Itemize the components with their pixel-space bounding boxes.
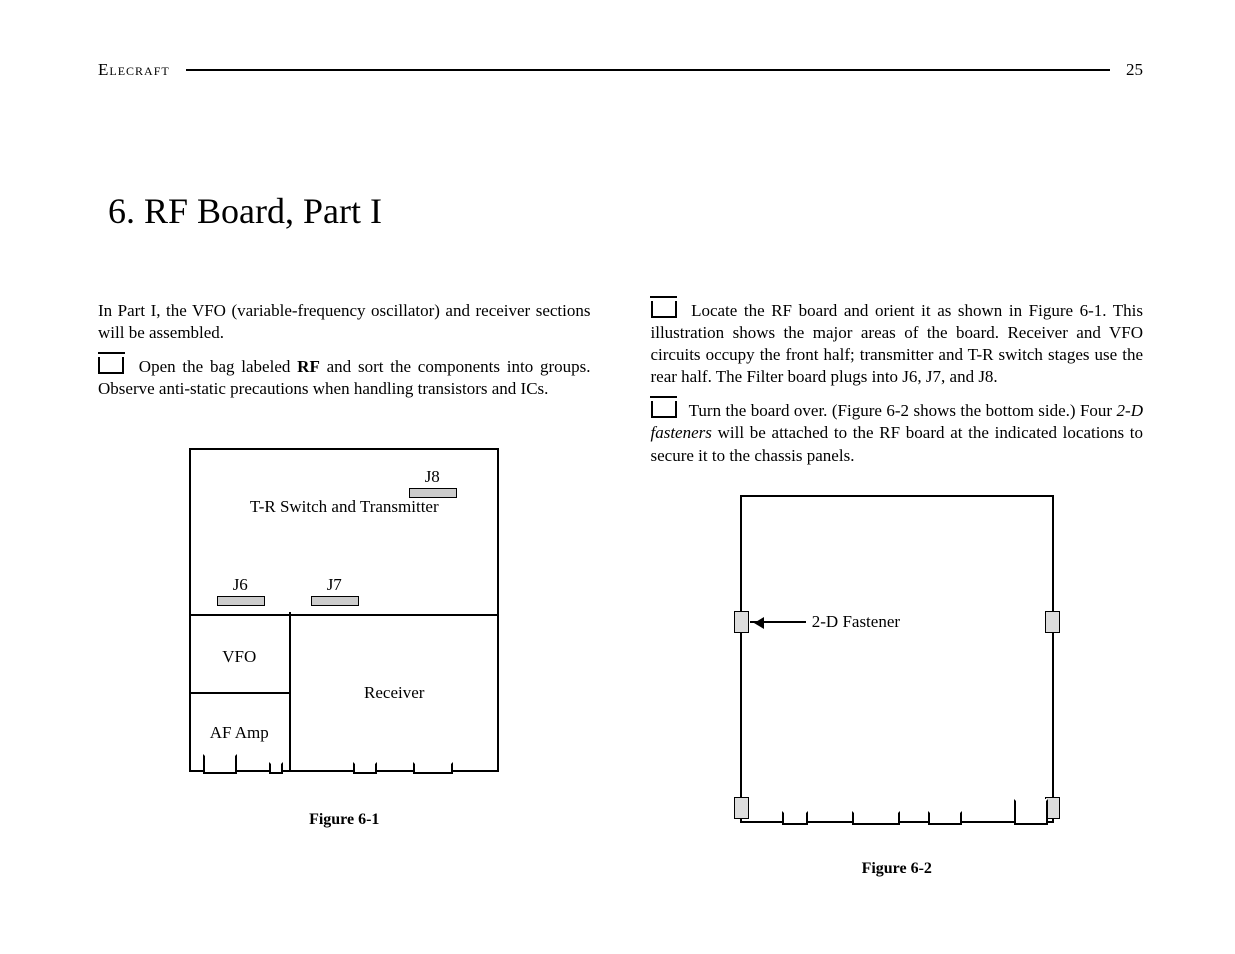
fig2-notch bbox=[928, 811, 962, 825]
figure-6-2-caption: Figure 6-2 bbox=[651, 859, 1144, 880]
label-j6: J6 bbox=[217, 574, 263, 595]
header-rule bbox=[186, 69, 1110, 71]
label-tr-switch: T-R Switch and Transmitter bbox=[249, 496, 439, 517]
checkbox-icon bbox=[651, 301, 677, 318]
figure-6-1: T-R Switch and Transmitter VFO AF Amp Re… bbox=[98, 448, 591, 831]
connector-j7 bbox=[311, 596, 359, 606]
fig2-notch bbox=[1014, 799, 1048, 825]
connector-j6 bbox=[217, 596, 265, 606]
checkbox-icon bbox=[98, 357, 124, 374]
fig2-board-outline bbox=[740, 495, 1054, 823]
fastener-icon bbox=[734, 797, 749, 819]
fig2-notch bbox=[852, 811, 900, 825]
step-locate-board: Locate the RF board and orient it as sho… bbox=[651, 300, 1144, 388]
fig1-notch bbox=[413, 762, 453, 774]
step1-bold: RF bbox=[297, 357, 320, 376]
step-turn-board: Turn the board over. (Figure 6-2 shows t… bbox=[651, 400, 1144, 466]
step3-text-b: will be attached to the RF board at the … bbox=[651, 423, 1144, 464]
page-number: 25 bbox=[1126, 60, 1143, 80]
label-j7: J7 bbox=[311, 574, 357, 595]
brand-name: Elecraft bbox=[98, 60, 170, 80]
step1-text-a: Open the bag labeled bbox=[139, 357, 297, 376]
step-open-bag: Open the bag labeled RF and sort the com… bbox=[98, 356, 591, 400]
arrow-icon bbox=[750, 621, 806, 623]
label-j8: J8 bbox=[409, 466, 455, 487]
figure-6-1-caption: Figure 6-1 bbox=[98, 810, 591, 831]
fig2-notch bbox=[782, 811, 808, 825]
label-af-amp: AF Amp bbox=[189, 722, 289, 743]
fig1-notch bbox=[203, 754, 237, 774]
left-column: In Part I, the VFO (variable-frequency o… bbox=[98, 300, 591, 879]
connector-j8 bbox=[409, 488, 457, 498]
right-column: Locate the RF board and orient it as sho… bbox=[651, 300, 1144, 879]
fastener-icon bbox=[1045, 611, 1060, 633]
fig1-notch bbox=[269, 762, 283, 774]
intro-paragraph: In Part I, the VFO (variable-frequency o… bbox=[98, 300, 591, 344]
figure-6-2: 2-D Fastener Figure 6-2 bbox=[651, 495, 1144, 880]
checkbox-icon bbox=[651, 401, 677, 418]
label-2d-fastener: 2-D Fastener bbox=[812, 611, 952, 632]
fastener-icon bbox=[734, 611, 749, 633]
page-header: Elecraft 25 bbox=[98, 60, 1143, 80]
fig1-notch bbox=[353, 762, 377, 774]
fig1-mid-divider bbox=[189, 692, 289, 694]
label-vfo: VFO bbox=[189, 646, 289, 667]
step2-text: Locate the RF board and orient it as sho… bbox=[651, 301, 1144, 386]
chapter-title: 6. RF Board, Part I bbox=[108, 190, 1135, 232]
step3-text-a: Turn the board over. (Figure 6-2 shows t… bbox=[689, 401, 1117, 420]
label-receiver: Receiver bbox=[289, 682, 499, 703]
